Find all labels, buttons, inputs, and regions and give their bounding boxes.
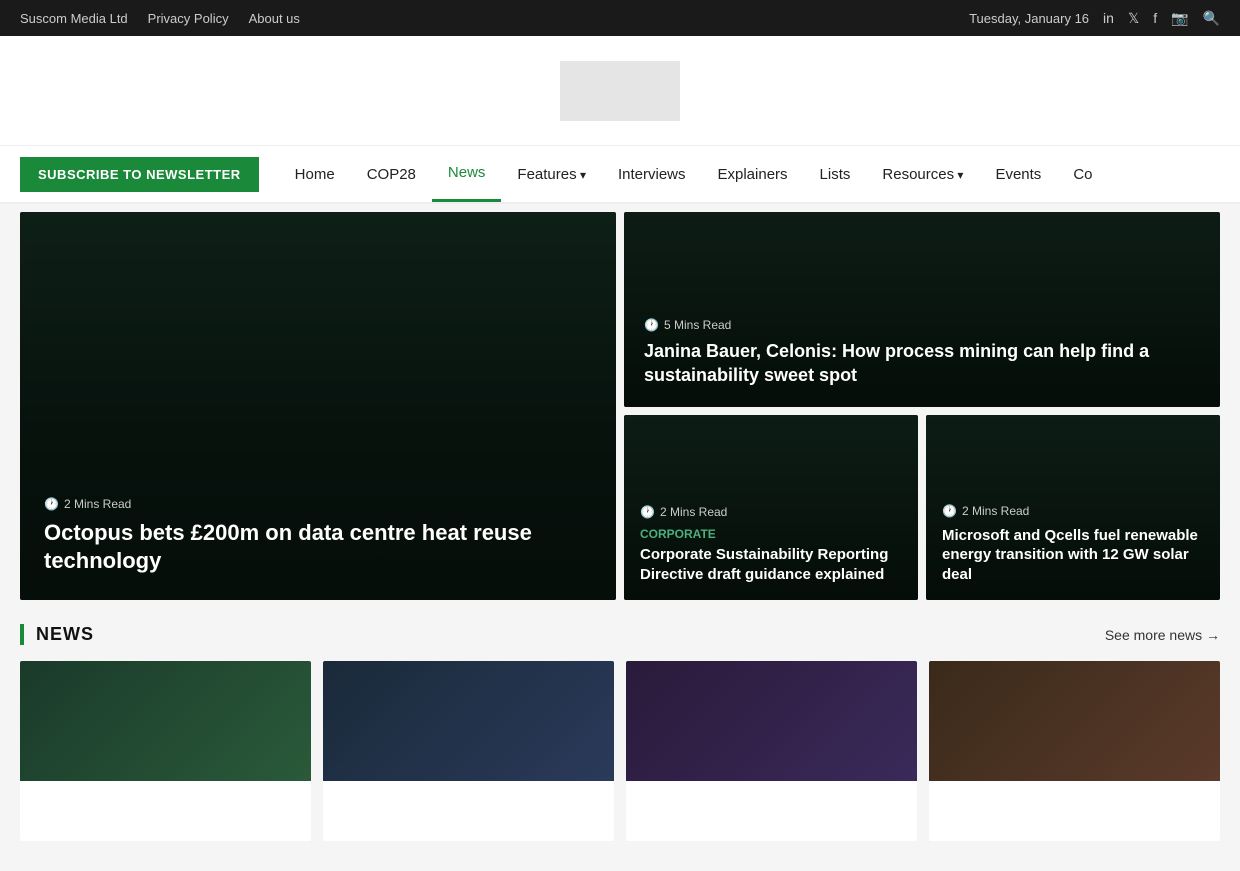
- main-content: 🕐 2 Mins Read Octopus bets £200m on data…: [0, 212, 1240, 871]
- see-more-news-link[interactable]: See more news →: [1105, 627, 1220, 643]
- news-card-2[interactable]: [323, 661, 614, 841]
- news-card-4[interactable]: [929, 661, 1220, 841]
- instagram-icon[interactable]: 📷: [1171, 10, 1188, 27]
- nav-item-resources[interactable]: Resources: [866, 148, 979, 201]
- news-card-3-image: [626, 661, 917, 781]
- hero-bottom-left-content: 🕐 2 Mins Read Corporate Corporate Sustai…: [640, 505, 902, 584]
- topbar: Suscom Media Ltd Privacy Policy About us…: [0, 0, 1240, 36]
- hero-bottom-left-card[interactable]: 🕐 2 Mins Read Corporate Corporate Sustai…: [624, 415, 918, 600]
- news-card-3-body: [626, 781, 917, 805]
- hero-top-right-mins-text: 5 Mins Read: [664, 318, 731, 332]
- hero-top-right-mins: 🕐 5 Mins Read: [644, 318, 1200, 332]
- nav-item-home[interactable]: Home: [279, 148, 351, 201]
- hero-left-title: Octopus bets £200m on data centre heat r…: [44, 519, 592, 576]
- hero-left-mins: 🕐 2 Mins Read: [44, 497, 592, 511]
- nav-item-explainers[interactable]: Explainers: [702, 148, 804, 201]
- topbar-right: Tuesday, January 16 in 𝕏 f 📷 🔍: [969, 10, 1220, 27]
- nav-item-interviews[interactable]: Interviews: [602, 148, 702, 201]
- search-icon[interactable]: 🔍: [1203, 10, 1220, 27]
- clock-icon: 🕐: [44, 497, 59, 511]
- clock-icon-4: 🕐: [942, 504, 957, 518]
- twitter-icon[interactable]: 𝕏: [1128, 10, 1139, 27]
- hero-bottom-right-content: 🕐 2 Mins Read Microsoft and Qcells fuel …: [942, 504, 1204, 585]
- news-card-1[interactable]: [20, 661, 311, 841]
- topbar-date: Tuesday, January 16: [969, 11, 1089, 26]
- news-section: NEWS See more news →: [20, 624, 1220, 841]
- nav-item-events[interactable]: Events: [979, 148, 1057, 201]
- nav-item-co[interactable]: Co: [1057, 148, 1108, 201]
- hero-left-content: 🕐 2 Mins Read Octopus bets £200m on data…: [44, 497, 592, 576]
- news-card-1-image: [20, 661, 311, 781]
- linkedin-icon[interactable]: in: [1103, 10, 1114, 26]
- navbar: SUBSCRIBE TO NEWSLETTER Home COP28 News …: [0, 146, 1240, 204]
- news-section-title: NEWS: [36, 624, 94, 645]
- hero-bottom-right-title: Microsoft and Qcells fuel renewable ener…: [942, 526, 1204, 585]
- clock-icon-3: 🕐: [640, 505, 655, 519]
- hero-top-right-title: Janina Bauer, Celonis: How process minin…: [644, 340, 1200, 387]
- hero-bottom-left-tag: Corporate: [640, 527, 902, 541]
- topbar-link-about[interactable]: About us: [249, 11, 300, 26]
- news-card-3[interactable]: [626, 661, 917, 841]
- hero-bottom-right-mins: 🕐 2 Mins Read: [942, 504, 1204, 518]
- news-card-4-body: [929, 781, 1220, 805]
- nav-item-features[interactable]: Features: [501, 148, 602, 201]
- topbar-link-privacy[interactable]: Privacy Policy: [148, 11, 229, 26]
- nav-item-cop28[interactable]: COP28: [351, 148, 432, 201]
- news-card-1-body: [20, 781, 311, 805]
- facebook-icon[interactable]: f: [1153, 10, 1157, 26]
- nav-items: Home COP28 News Features Interviews Expl…: [279, 146, 1220, 202]
- clock-icon-2: 🕐: [644, 318, 659, 332]
- hero-grid: 🕐 2 Mins Read Octopus bets £200m on data…: [20, 212, 1220, 600]
- hero-left-mins-text: 2 Mins Read: [64, 497, 131, 511]
- nav-item-news[interactable]: News: [432, 146, 502, 202]
- news-card-4-image: [929, 661, 1220, 781]
- nav-item-lists[interactable]: Lists: [804, 148, 867, 201]
- hero-left-card[interactable]: 🕐 2 Mins Read Octopus bets £200m on data…: [20, 212, 616, 600]
- hero-bottom-left-mins: 🕐 2 Mins Read: [640, 505, 902, 519]
- news-card-2-image: [323, 661, 614, 781]
- news-card-2-body: [323, 781, 614, 805]
- topbar-links: Suscom Media Ltd Privacy Policy About us: [20, 11, 300, 26]
- hero-top-right-card[interactable]: 🕐 5 Mins Read Janina Bauer, Celonis: How…: [624, 212, 1220, 407]
- hero-top-right-content: 🕐 5 Mins Read Janina Bauer, Celonis: How…: [644, 318, 1200, 387]
- hero-bottom-left-mins-text: 2 Mins Read: [660, 505, 727, 519]
- topbar-link-suscom[interactable]: Suscom Media Ltd: [20, 11, 128, 26]
- hero-bottom-right-card[interactable]: 🕐 2 Mins Read Microsoft and Qcells fuel …: [926, 415, 1220, 600]
- hero-bottom-left-title: Corporate Sustainability Reporting Direc…: [640, 545, 902, 584]
- hero-bottom-right: 🕐 2 Mins Read Corporate Corporate Sustai…: [624, 415, 1220, 600]
- news-cards-grid: [20, 661, 1220, 841]
- hero-bottom-right-mins-text: 2 Mins Read: [962, 504, 1029, 518]
- logobar: [0, 36, 1240, 146]
- news-section-header: NEWS See more news →: [20, 624, 1220, 645]
- site-logo[interactable]: [560, 61, 680, 121]
- subscribe-button[interactable]: SUBSCRIBE TO NEWSLETTER: [20, 157, 259, 192]
